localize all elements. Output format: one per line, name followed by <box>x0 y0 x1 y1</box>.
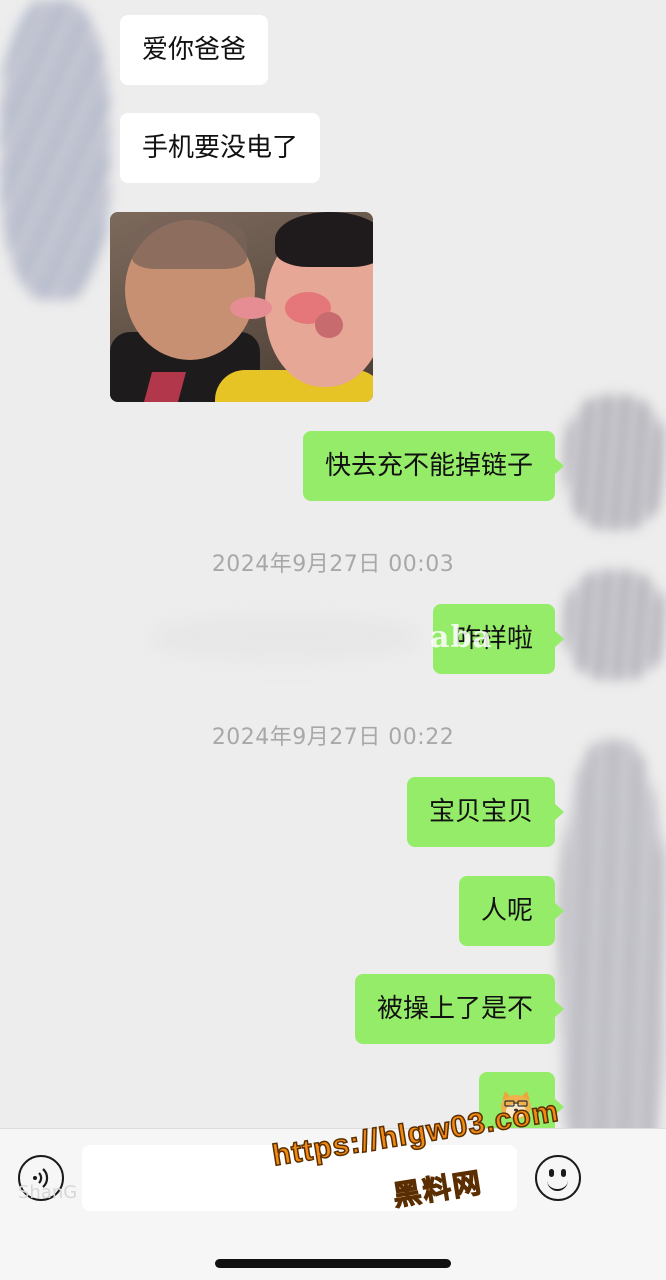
photo-head <box>132 214 247 269</box>
redaction-scribble <box>565 570 665 680</box>
message-timestamp: 2024年9月27日 00:03 <box>211 552 455 577</box>
home-indicator <box>215 1259 451 1268</box>
outgoing-message[interactable]: 宝贝宝贝 <box>406 777 565 847</box>
photo-hair <box>275 212 373 267</box>
redaction-scribble <box>560 740 666 1128</box>
redaction-scribble <box>150 615 420 660</box>
chat-area[interactable]: 爱你爸爸 手机要没电了 快去充不能掉链子 2024年9月27日 00:03 咋样… <box>0 0 666 1128</box>
emoji-face-icon[interactable] <box>535 1155 581 1201</box>
redaction-scribble <box>565 395 665 530</box>
photo-lips <box>315 312 343 338</box>
faint-overlay-text: ShanG <box>18 1182 78 1203</box>
outgoing-message[interactable]: 被操上了是不 <box>354 974 565 1044</box>
emoji-eye <box>561 1169 566 1177</box>
emoji-mouth <box>547 1180 568 1191</box>
emoji-eye <box>549 1169 554 1177</box>
incoming-photo-message[interactable] <box>110 212 373 402</box>
incoming-message[interactable]: 手机要没电了 <box>120 113 321 183</box>
outgoing-message[interactable]: 人呢 <box>458 876 565 946</box>
incoming-message[interactable]: 爱你爸爸 <box>120 15 269 85</box>
message-timestamp: 2024年9月27日 00:22 <box>211 725 455 750</box>
overlay-watermark-text: aba <box>430 620 493 655</box>
photo-tongue <box>230 297 272 319</box>
redaction-scribble <box>0 0 110 300</box>
outgoing-message[interactable]: 快去充不能掉链子 <box>302 431 565 501</box>
